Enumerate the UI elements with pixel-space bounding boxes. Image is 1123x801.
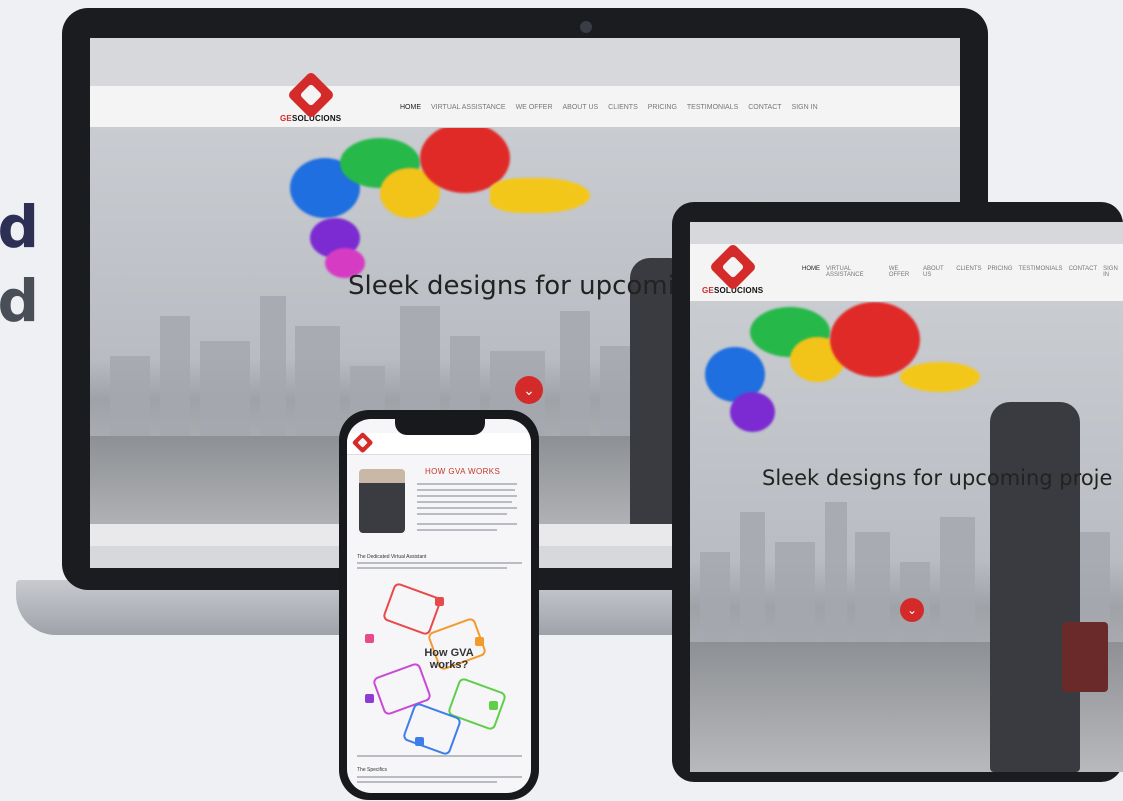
nav-item-pricing[interactable]: PRICING <box>988 266 1013 278</box>
scroll-down-button[interactable]: ⌄ <box>900 598 924 622</box>
phone-footer-label: The Specifics <box>357 767 388 773</box>
nav-item-sign-in[interactable]: SIGN IN <box>792 104 818 111</box>
nav-item-home[interactable]: HOME <box>400 104 421 111</box>
logo-icon <box>286 70 335 120</box>
logo-icon <box>351 431 374 454</box>
nav-item-clients[interactable]: CLIENTS <box>956 266 981 278</box>
step-icon <box>365 634 374 643</box>
nav-item-about-us[interactable]: ABOUT US <box>563 104 599 111</box>
nav-item-virtual-assistance[interactable]: VIRTUAL ASSISTANCE <box>826 266 883 278</box>
scroll-down-button[interactable]: ⌄ <box>515 376 543 404</box>
nav-item-virtual-assistance[interactable]: VIRTUAL ASSISTANCE <box>431 104 506 111</box>
side-heading-line-1: d <box>0 193 40 261</box>
phone-screen: HOW GVA WORKS The Dedicated Virtual Assi… <box>347 419 531 793</box>
camera-icon <box>580 21 592 33</box>
phone-text-line <box>357 755 522 757</box>
nav-item-we-offer[interactable]: WE OFFER <box>516 104 553 111</box>
chevron-down-icon: ⌄ <box>906 603 918 617</box>
tablet-main-nav: HOME VIRTUAL ASSISTANCE WE OFFER ABOUT U… <box>802 266 1123 278</box>
phone-text-line <box>357 562 522 564</box>
phone-text-line <box>357 567 507 569</box>
tablet-site-logo[interactable]: GESOLUCIONS <box>702 242 763 295</box>
nav-item-about-us[interactable]: ABOUT US <box>923 266 950 278</box>
phone-site-logo[interactable] <box>351 431 374 454</box>
hero-title: Sleek designs for upcoming proje <box>762 466 1113 490</box>
nav-item-contact[interactable]: CONTACT <box>748 104 781 111</box>
step-icon <box>415 737 424 746</box>
tablet-screen: GESOLUCIONS HOME VIRTUAL ASSISTANCE WE O… <box>690 222 1123 772</box>
step-icon <box>365 694 374 703</box>
chevron-down-icon: ⌄ <box>523 382 535 398</box>
infographic-center-label: How GVA works? <box>424 647 474 671</box>
step-icon <box>435 597 444 606</box>
nav-item-testimonials[interactable]: TESTIMONIALS <box>1019 266 1063 278</box>
phone-site-header <box>347 431 531 455</box>
tablet-device: GESOLUCIONS HOME VIRTUAL ASSISTANCE WE O… <box>672 202 1123 782</box>
nav-item-we-offer[interactable]: WE OFFER <box>889 266 917 278</box>
nav-item-clients[interactable]: CLIENTS <box>608 104 638 111</box>
nav-item-contact[interactable]: CONTACT <box>1069 266 1098 278</box>
nav-item-sign-in[interactable]: SIGN IN <box>1103 266 1123 278</box>
phone-section-label: The Dedicated Virtual Assistant <box>357 554 427 560</box>
businessman-image <box>990 402 1080 772</box>
phone-text-line <box>357 781 497 783</box>
site-logo[interactable]: GESOLUCIONS <box>280 70 341 123</box>
main-nav: HOME VIRTUAL ASSISTANCE WE OFFER ABOUT U… <box>400 104 818 111</box>
nav-item-pricing[interactable]: PRICING <box>648 104 677 111</box>
step-icon <box>475 637 484 646</box>
logo-icon <box>708 242 757 292</box>
step-icon <box>489 701 498 710</box>
profile-photo <box>359 469 405 533</box>
phone-text-line <box>357 776 522 778</box>
tablet-hero-banner: Sleek designs for upcoming proje ⌄ <box>690 302 1123 772</box>
site-header: GESOLUCIONS HOME VIRTUAL ASSISTANCE WE O… <box>90 70 960 128</box>
nav-item-home[interactable]: HOME <box>802 266 820 278</box>
nav-item-testimonials[interactable]: TESTIMONIALS <box>687 104 738 111</box>
briefcase-image <box>1062 622 1108 692</box>
phone-device: HOW GVA WORKS The Dedicated Virtual Assi… <box>339 410 539 800</box>
phone-notch <box>395 419 485 435</box>
side-heading: d d <box>0 190 40 338</box>
phone-page-title: HOW GVA WORKS <box>425 467 501 476</box>
side-heading-line-2: d <box>0 267 40 335</box>
tablet-site-header: GESOLUCIONS HOME VIRTUAL ASSISTANCE WE O… <box>690 242 1123 302</box>
